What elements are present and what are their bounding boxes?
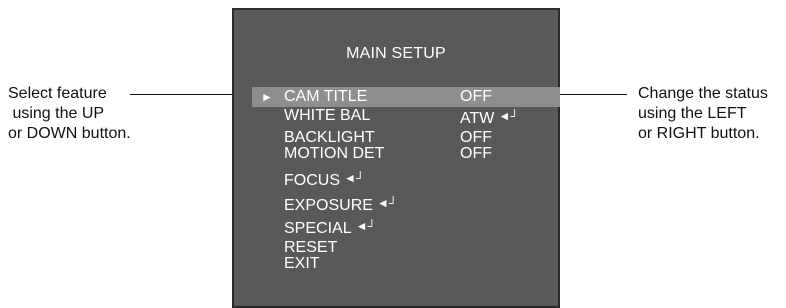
menu-item-motion-det[interactable]: MOTION DET [284,145,384,163]
enter-icon: ◄┘ [344,171,365,185]
menu-item-special[interactable]: SPECIAL ◄┘ [284,217,376,238]
menu-item-label: EXIT [284,255,320,272]
menu-item-label: MOTION DET [284,145,385,162]
menu-item-label: CAM TITLE [284,88,368,105]
menu-item-cam-title[interactable]: CAM TITLE [284,88,367,106]
menu-item-label: BACKLIGHT [284,129,375,146]
menu-item-focus[interactable]: FOCUS ◄┘ [284,169,364,190]
motion-det-value[interactable]: OFF [460,145,492,163]
menu-item-label: EXPOSURE [284,197,373,214]
menu-item-label: RESET [284,239,338,256]
menu-item-exposure[interactable]: EXPOSURE ◄┘ [284,194,397,215]
osd-menu-panel: MAIN SETUP ► CAM TITLE OFF WHITE BAL ATW… [232,8,560,308]
note-line: or RIGHT button. [638,125,760,142]
menu-item-label: FOCUS [284,172,340,189]
leader-line-left [130,94,244,95]
change-status-note: Change the status using the LEFT or RIGH… [638,84,786,144]
enter-icon: ◄┘ [498,109,519,123]
menu-title: MAIN SETUP [346,45,446,62]
cam-title-value[interactable]: OFF [460,88,492,106]
triangle-right-icon: ► [261,90,273,104]
menu-item-label: SPECIAL [284,220,352,237]
select-feature-note: Select feature using the UP or DOWN butt… [8,84,168,144]
white-bal-value[interactable]: ATW ◄┘ [460,107,519,128]
note-line: Change the status [638,85,768,102]
menu-item-label: WHITE BAL [284,107,371,124]
enter-icon: ◄┘ [376,196,398,210]
menu-item-white-bal[interactable]: WHITE BAL [284,107,370,125]
enter-icon: ◄┘ [355,219,376,233]
note-line: using the UP [8,105,105,122]
menu-item-exit[interactable]: EXIT [284,255,320,273]
note-line: using the LEFT [638,105,747,122]
note-line: or DOWN button. [8,125,131,142]
